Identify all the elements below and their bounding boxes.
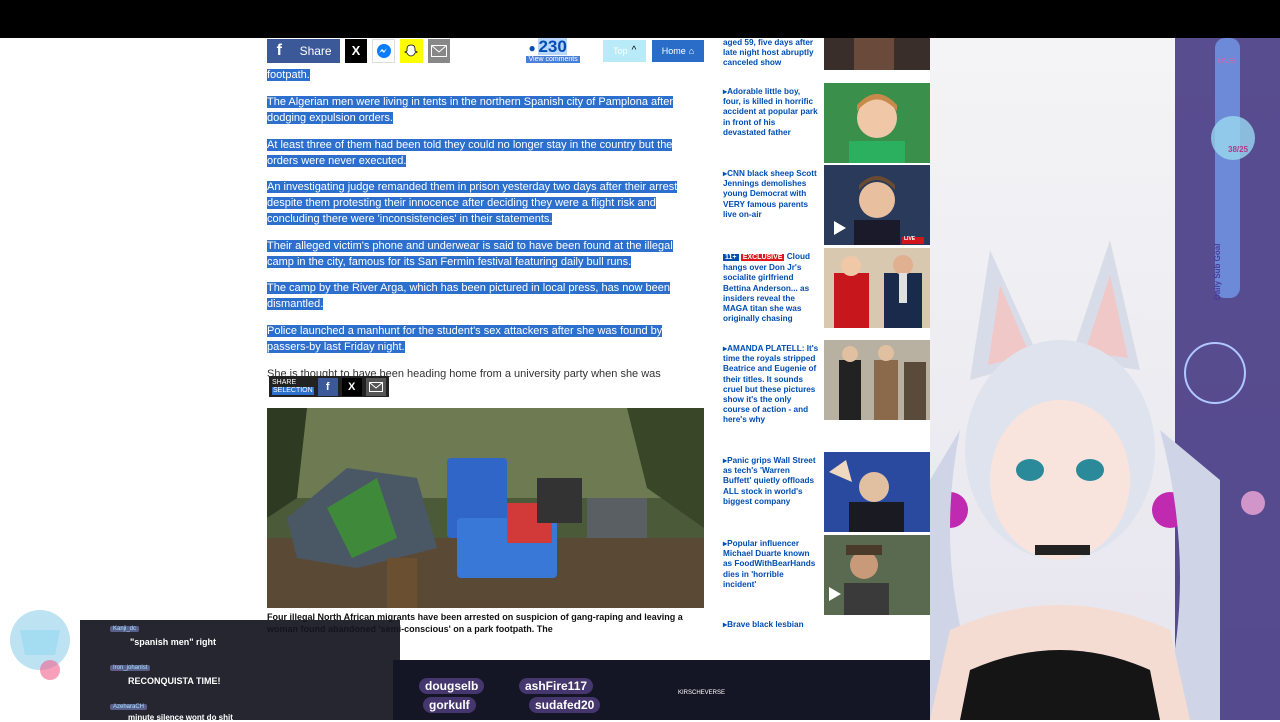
sidebar-story-thumbnail[interactable]: [824, 535, 930, 615]
sidebar-story[interactable]: ▸CNN black sheep Scott Jennings demolish…: [718, 165, 930, 245]
sidebar-story-thumbnail[interactable]: [824, 452, 930, 532]
chat-message: "spanish men" right: [130, 637, 217, 647]
sidebar-story[interactable]: ▸Popular influencer Michael Duarte known…: [718, 535, 930, 615]
chat-username: AzeharaCH: [110, 704, 148, 710]
view-comments-link[interactable]: View comments: [526, 55, 580, 63]
sidebar-story-headline[interactable]: ▸AMANDA PLATELL: It's time the royals st…: [723, 344, 819, 426]
chat-username: Iron_johanlst: [110, 665, 151, 671]
sidebar-story[interactable]: ▸Adorable little boy, four, is killed in…: [718, 83, 930, 163]
article-paragraph: The Algerian men were living in tents in…: [267, 96, 674, 124]
vtuber-avatar: [930, 240, 1220, 720]
home-icon: ⌂: [688, 45, 695, 56]
chat-message: minute silence wont do shit: [128, 713, 233, 722]
chevron-up-icon: ^: [631, 45, 637, 56]
top-label: Top: [613, 45, 628, 56]
exclusive-badge: EXCLUSIVE: [740, 254, 785, 261]
ticker-name: dougselb: [419, 678, 485, 694]
article-paragraph: The camp by the River Arga, which has be…: [267, 282, 670, 310]
home-label: Home: [661, 45, 686, 56]
sidebar-story-headline[interactable]: ▸Panic grips Wall Street as tech's 'Warr…: [723, 456, 819, 507]
ticker-name: gorkulf: [423, 697, 476, 713]
sidebar-story-headline[interactable]: aged 59, five days after late night host…: [723, 38, 819, 69]
sidebar-story[interactable]: ▸AMANDA PLATELL: It's time the royals st…: [718, 340, 930, 424]
plus-badge: 11+: [723, 254, 739, 261]
share-button[interactable]: Share: [291, 38, 340, 63]
sidebar-story-headline[interactable]: ▸Popular influencer Michael Duarte known…: [723, 539, 819, 590]
share-selection-line2: SELECTION: [272, 386, 314, 395]
stream-ticker: dougselb ashFire117 gorkulf sudafed20 KI…: [393, 660, 933, 720]
sidebar-story[interactable]: ▸Brave black lesbian: [718, 618, 930, 634]
x-share-icon[interactable]: X: [341, 377, 362, 396]
share-selection-label: SHARE SELECTION: [272, 379, 314, 395]
article-paragraph: Police launched a manhunt for the studen…: [267, 325, 663, 353]
share-selection-popup: SHARE SELECTION f X: [269, 376, 389, 397]
email-icon[interactable]: [427, 38, 451, 63]
live-tag: LIVE!: [1218, 58, 1236, 65]
article-paragraph: Their alleged victim's phone and underwe…: [267, 240, 673, 268]
sidebar-story-headline[interactable]: ▸Brave black lesbian: [723, 620, 819, 630]
share-selection-line1: SHARE: [272, 378, 297, 386]
chat-username: Kanji_dc: [110, 626, 140, 632]
email-icon[interactable]: [365, 377, 386, 396]
goal-count: 38/25: [1228, 145, 1249, 154]
comments-counter[interactable]: ● 230 View comments: [526, 36, 580, 63]
snapchat-icon[interactable]: [400, 38, 423, 63]
article-share-bar: f Share X ● 230 View comments Top ^ Home…: [267, 36, 705, 63]
facebook-icon[interactable]: f: [317, 377, 338, 396]
top-button[interactable]: Top ^: [603, 39, 647, 62]
article-paragraph: At least three of them had been told the…: [267, 139, 673, 167]
article-paragraph: footpath.: [267, 69, 310, 81]
ticker-name: sudafed20: [529, 697, 601, 713]
live-badge: LIVE: [904, 236, 916, 242]
sidebar-story-thumbnail[interactable]: [824, 38, 930, 70]
article-paragraph: An investigating judge remanded them in …: [267, 181, 678, 225]
sidebar-story-headline[interactable]: ▸CNN black sheep Scott Jennings demolish…: [723, 169, 819, 220]
sidebar-story[interactable]: ▸Panic grips Wall Street as tech's 'Warr…: [718, 452, 930, 532]
ticker-channel: KIRSCHEVERSE: [678, 690, 726, 696]
sidebar-story-thumbnail[interactable]: [824, 83, 930, 163]
sidebar-story[interactable]: 11+ EXCLUSIVE Cloud hangs over Don Jr's …: [718, 248, 930, 328]
comment-bubble-icon: ●: [528, 40, 536, 55]
stream-chat: Kanji_dc "spanish men" right Iron_johanl…: [0, 600, 400, 722]
sidebar-story-headline[interactable]: 11+ EXCLUSIVE Cloud hangs over Don Jr's …: [723, 252, 819, 324]
sidebar-story-thumbnail[interactable]: LIVE: [824, 165, 930, 245]
messenger-icon[interactable]: [372, 38, 396, 63]
ticker-name: ashFire117: [519, 678, 594, 694]
article-video[interactable]: [267, 408, 704, 608]
sidebar-story-thumbnail[interactable]: [824, 248, 930, 328]
home-button[interactable]: Home ⌂: [652, 39, 705, 62]
x-share-icon[interactable]: X: [344, 38, 368, 63]
chat-message: RECONQUISTA TIME!: [128, 676, 221, 686]
comment-count: 230: [538, 36, 567, 56]
sidebar-story-thumbnail[interactable]: [824, 340, 930, 420]
sidebar-story-headline[interactable]: ▸Adorable little boy, four, is killed in…: [723, 87, 819, 138]
top-black-bar: [0, 0, 1280, 38]
sidebar-story[interactable]: aged 59, five days after late night host…: [718, 38, 930, 70]
facebook-icon[interactable]: f: [267, 38, 292, 63]
